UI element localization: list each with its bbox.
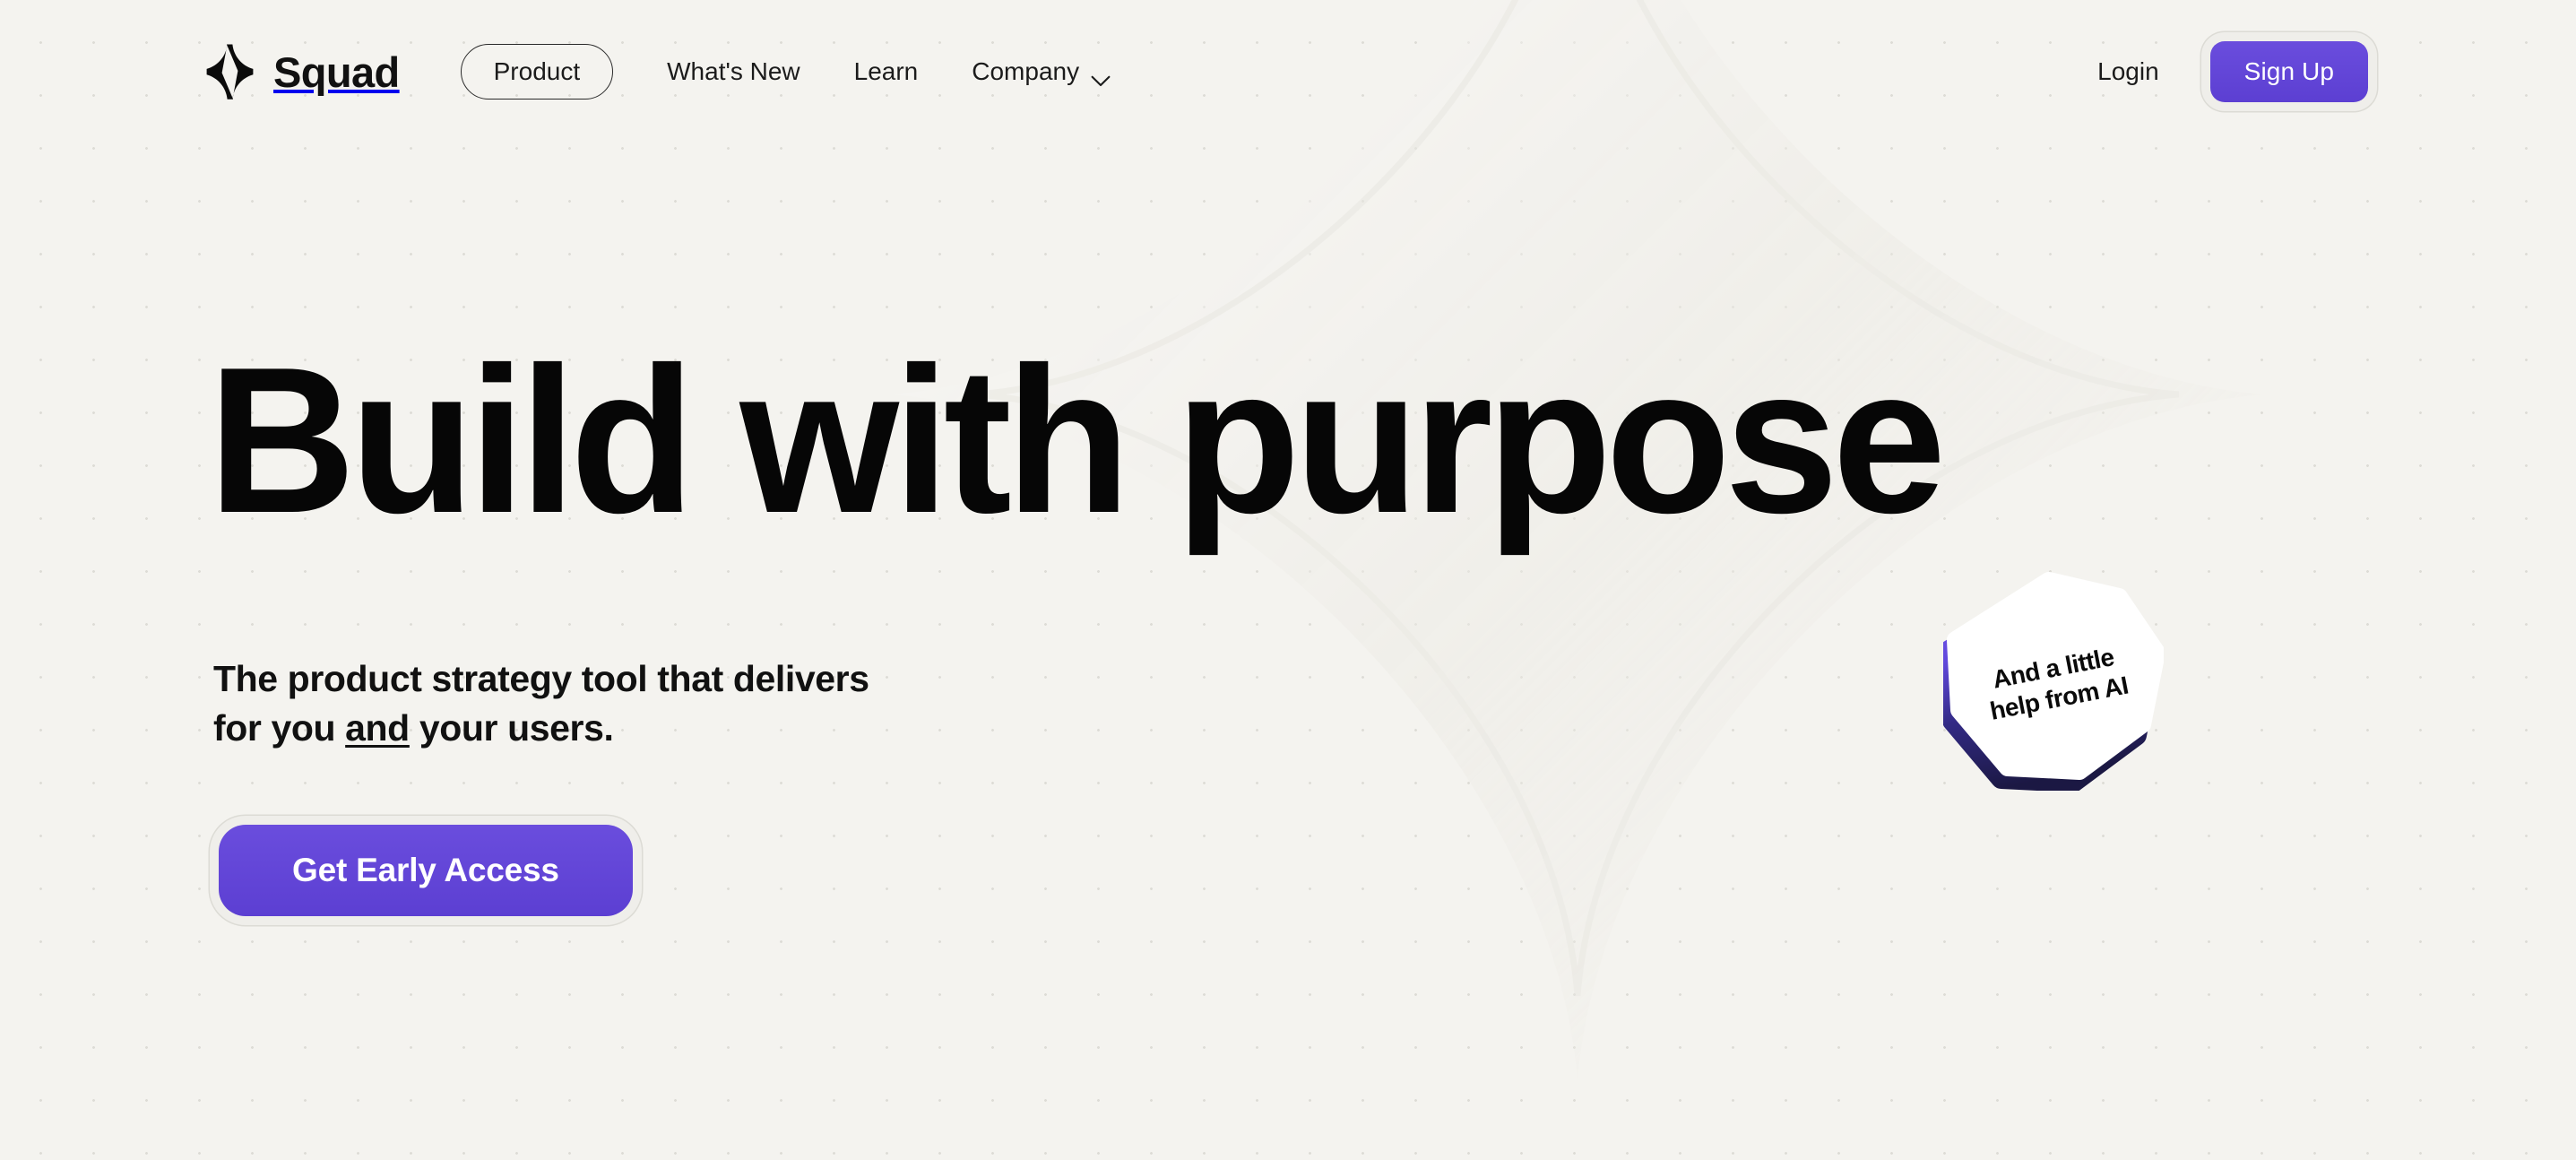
- get-early-access-button[interactable]: Get Early Access: [219, 825, 633, 916]
- ai-help-badge: And a little help from AI: [1943, 567, 2164, 791]
- hero-subheadline: The product strategy tool that delivers …: [213, 654, 895, 752]
- hero-section: Build with purpose The product strategy …: [0, 0, 2576, 1160]
- hero-subheadline-emphasis: and: [345, 706, 410, 749]
- hero-subheadline-part2: your users.: [409, 706, 614, 749]
- landing-page: Squad Product What's New Learn Company L…: [0, 0, 2576, 1160]
- ai-help-badge-text: And a little help from AI: [1987, 642, 2131, 725]
- page-title: Build with purpose: [208, 325, 1946, 557]
- ai-help-badge-text-wrap: And a little help from AI: [1923, 548, 2183, 809]
